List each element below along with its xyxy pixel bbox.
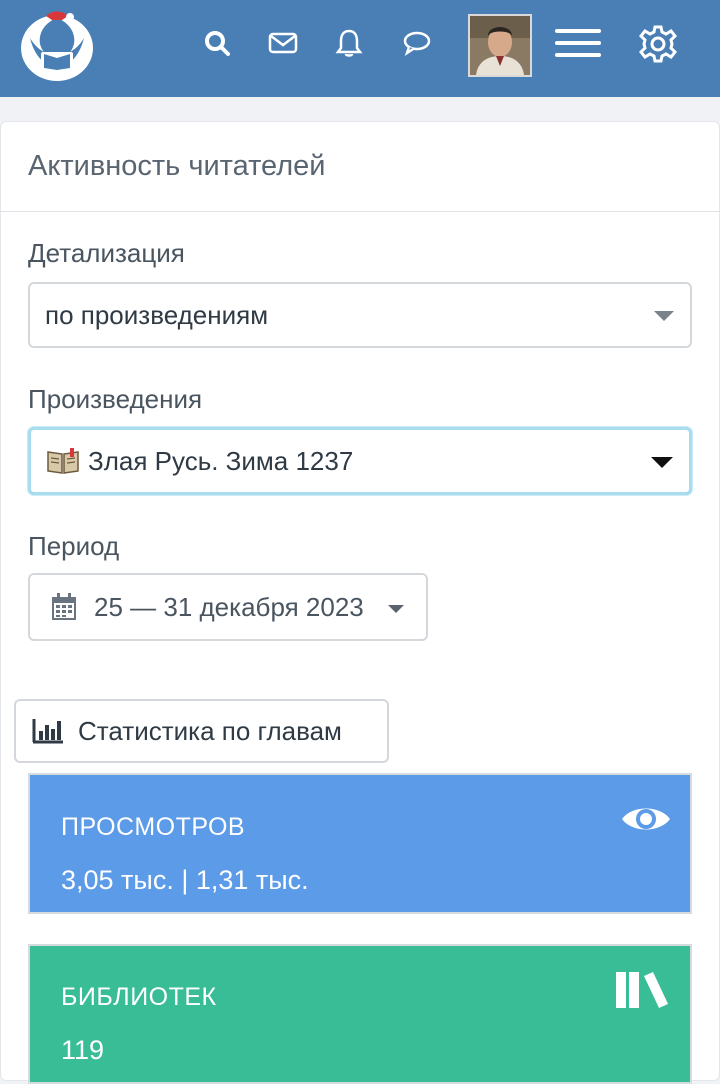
libraries-value: 119	[61, 1035, 105, 1065]
calendar-icon	[50, 592, 78, 622]
avatar[interactable]	[468, 14, 532, 77]
works-value: Злая Русь. Зима 1237	[88, 445, 354, 476]
chapter-stats-button[interactable]: Статистика по главам	[14, 699, 389, 763]
open-book-icon	[46, 447, 80, 475]
logo-icon[interactable]	[16, 8, 98, 84]
libraries-heading: БИБЛИОТЕК	[61, 983, 217, 1011]
period-value: 25 — 31 декабря 2023	[94, 591, 364, 622]
chevron-down-icon	[654, 311, 674, 321]
menu-icon[interactable]	[554, 26, 602, 60]
books-icon	[614, 970, 670, 1010]
divider	[0, 211, 720, 212]
card-title: Активность читателей	[28, 150, 326, 182]
works-select[interactable]: Злая Русь. Зима 1237	[28, 427, 692, 495]
top-bar	[0, 0, 720, 97]
chapter-stats-label: Статистика по главам	[78, 715, 342, 746]
mail-icon[interactable]	[266, 26, 300, 60]
views-heading: ПРОСМОТРОВ	[61, 813, 246, 841]
chevron-down-icon	[388, 605, 404, 613]
detail-label: Детализация	[28, 238, 185, 268]
works-label: Произведения	[28, 384, 203, 414]
bar-chart-icon	[32, 718, 64, 744]
views-value: 3,05 тыс. | 1,31 тыс.	[61, 865, 309, 895]
period-picker[interactable]: 25 — 31 декабря 2023	[28, 573, 428, 641]
bell-icon[interactable]	[332, 26, 366, 60]
gear-icon[interactable]	[636, 22, 680, 66]
chat-icon[interactable]	[400, 26, 434, 60]
eye-icon	[620, 801, 672, 837]
search-icon[interactable]	[200, 26, 234, 60]
detail-value: по произведениям	[45, 299, 269, 330]
period-label: Период	[28, 531, 120, 561]
chevron-down-icon	[651, 457, 673, 468]
libraries-tile: БИБЛИОТЕК 119	[28, 944, 692, 1084]
views-tile: ПРОСМОТРОВ 3,05 тыс. | 1,31 тыс.	[28, 773, 692, 914]
detail-select[interactable]: по произведениям	[28, 282, 692, 348]
